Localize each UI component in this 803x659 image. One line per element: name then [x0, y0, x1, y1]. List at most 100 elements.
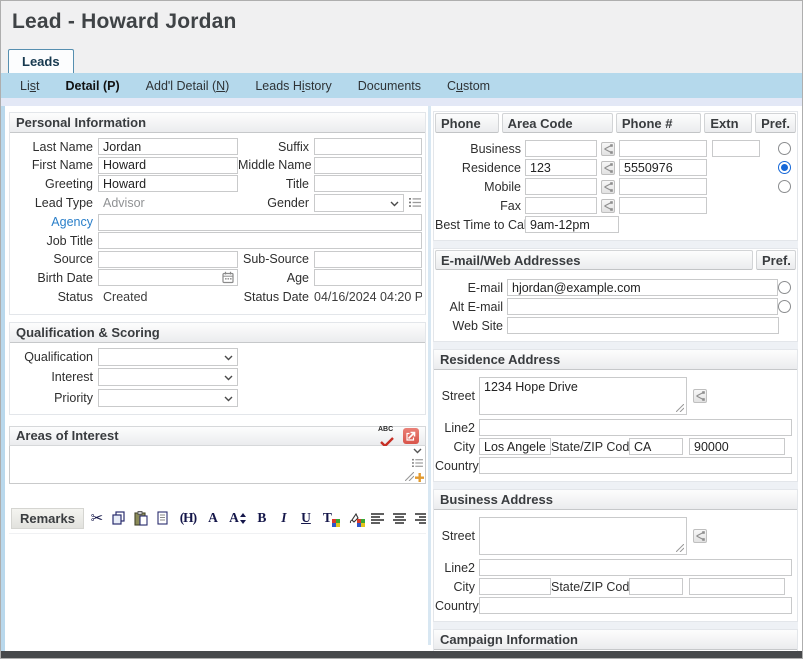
fax-area-code-input[interactable]	[525, 197, 597, 214]
highlight-color-icon[interactable]	[344, 509, 365, 528]
phone-format-icon[interactable]	[601, 199, 615, 213]
resize-handle-icon[interactable]	[676, 544, 684, 552]
plain-text-icon[interactable]	[154, 509, 172, 528]
nav-documents[interactable]: Documents	[345, 79, 434, 93]
residence-country-input[interactable]	[479, 457, 792, 474]
business-street-label: Street	[435, 529, 479, 543]
expand-window-icon[interactable]	[403, 428, 419, 444]
phone-format-icon[interactable]	[601, 180, 615, 194]
copy-icon[interactable]	[110, 509, 128, 528]
qualification-label: Qualification	[10, 350, 98, 364]
source-input[interactable]	[98, 251, 238, 268]
address-format-icon[interactable]	[693, 529, 707, 543]
business-street-textarea[interactable]	[479, 517, 687, 555]
cut-icon[interactable]: ✂	[88, 509, 106, 528]
nav-leads-history[interactable]: Leads History	[242, 79, 344, 93]
email-input[interactable]	[507, 279, 778, 296]
mobile-area-code-input[interactable]	[525, 178, 597, 195]
status-date-label: Status Date	[238, 290, 314, 304]
nav-detail[interactable]: Detail (P)	[52, 79, 132, 93]
resize-handle-icon[interactable]	[405, 472, 414, 481]
qualification-select[interactable]	[98, 348, 238, 366]
business-line2-input[interactable]	[479, 559, 792, 576]
underline-icon[interactable]: U	[297, 509, 315, 528]
phone-format-icon[interactable]	[601, 161, 615, 175]
business-country-input[interactable]	[479, 597, 792, 614]
agency-link[interactable]: Agency	[10, 215, 98, 229]
last-name-input[interactable]	[98, 138, 238, 155]
business-area-code-input[interactable]	[525, 140, 597, 157]
residence-city-input[interactable]	[479, 438, 551, 455]
bold-icon[interactable]: B	[253, 509, 271, 528]
alt-email-input[interactable]	[507, 298, 778, 315]
residence-phone-input[interactable]	[619, 159, 707, 176]
interest-select[interactable]	[98, 368, 238, 386]
residence-state-input[interactable]	[629, 438, 683, 455]
nav-list[interactable]: List	[7, 79, 52, 93]
residence-street-label: Street	[435, 389, 479, 403]
birth-date-input[interactable]	[98, 269, 238, 286]
business-phone-input[interactable]	[619, 140, 707, 157]
business-state-input[interactable]	[629, 578, 683, 595]
greeting-input[interactable]	[98, 175, 238, 192]
gender-select[interactable]	[314, 194, 404, 212]
phone-format-icon[interactable]	[601, 142, 615, 156]
residence-line2-input[interactable]	[479, 419, 792, 436]
first-name-input[interactable]	[98, 157, 238, 174]
business-address-header: Business Address	[434, 490, 797, 510]
residence-phone-label: Residence	[435, 161, 525, 175]
remarks-button[interactable]: Remarks	[11, 508, 84, 529]
gender-list-icon[interactable]	[409, 197, 421, 208]
align-right-icon[interactable]	[413, 509, 426, 528]
calendar-icon[interactable]	[222, 271, 234, 284]
tab-leads[interactable]: Leads	[8, 49, 74, 73]
business-zip-input[interactable]	[689, 578, 785, 595]
web-site-input[interactable]	[507, 317, 779, 334]
job-title-input[interactable]	[98, 232, 422, 249]
nav-addl-detail[interactable]: Add'l Detail (N)	[133, 79, 243, 93]
residence-pref-radio[interactable]	[778, 161, 791, 174]
suffix-input[interactable]	[314, 138, 422, 155]
source-label: Source	[10, 252, 98, 266]
residence-zip-input[interactable]	[689, 438, 785, 455]
chevron-down-icon[interactable]	[413, 448, 422, 454]
chevron-down-icon	[224, 396, 233, 402]
qualification-scoring-header: Qualification & Scoring	[10, 323, 425, 343]
residence-area-code-input[interactable]	[525, 159, 597, 176]
align-center-icon[interactable]	[391, 509, 409, 528]
address-format-icon[interactable]	[693, 389, 707, 403]
business-address-panel: Business Address Street Line2	[433, 489, 798, 622]
remarks-editor-area[interactable]	[9, 533, 426, 650]
email-pref-radio[interactable]	[778, 281, 791, 294]
add-icon[interactable]	[415, 473, 424, 482]
alt-email-pref-radio[interactable]	[778, 300, 791, 313]
agency-input[interactable]	[98, 214, 422, 231]
business-pref-radio[interactable]	[778, 142, 791, 155]
nav-custom[interactable]: Custom	[434, 79, 503, 93]
best-time-to-call-input[interactable]	[525, 216, 619, 233]
font-icon[interactable]: A	[204, 509, 222, 528]
priority-select[interactable]	[98, 389, 238, 407]
italic-icon[interactable]: I	[275, 509, 293, 528]
paste-icon[interactable]	[132, 509, 150, 528]
business-city-input[interactable]	[479, 578, 551, 595]
age-input[interactable]	[314, 269, 422, 286]
text-color-icon[interactable]: T	[319, 509, 340, 528]
residence-street-textarea[interactable]: 1234 Hope Drive	[479, 377, 687, 415]
font-size-icon[interactable]: A	[226, 509, 249, 528]
business-extn-input[interactable]	[712, 140, 760, 157]
mobile-pref-radio[interactable]	[778, 180, 791, 193]
middle-name-input[interactable]	[314, 157, 422, 174]
html-source-icon[interactable]: (H)	[176, 509, 200, 528]
list-picker-icon[interactable]	[412, 458, 423, 468]
mobile-phone-input[interactable]	[619, 178, 707, 195]
residence-state-zip-label: State/ZIP Code	[551, 440, 629, 454]
align-left-icon[interactable]	[369, 509, 387, 528]
sub-source-input[interactable]	[314, 251, 422, 268]
fax-number-input[interactable]	[619, 197, 707, 214]
title-input[interactable]	[314, 175, 422, 192]
resize-handle-icon[interactable]	[676, 404, 684, 412]
title-bar: Lead - Howard Jordan	[1, 1, 802, 49]
spell-check-icon[interactable]: ABC	[378, 427, 398, 445]
areas-of-interest-textarea[interactable]	[9, 446, 426, 484]
